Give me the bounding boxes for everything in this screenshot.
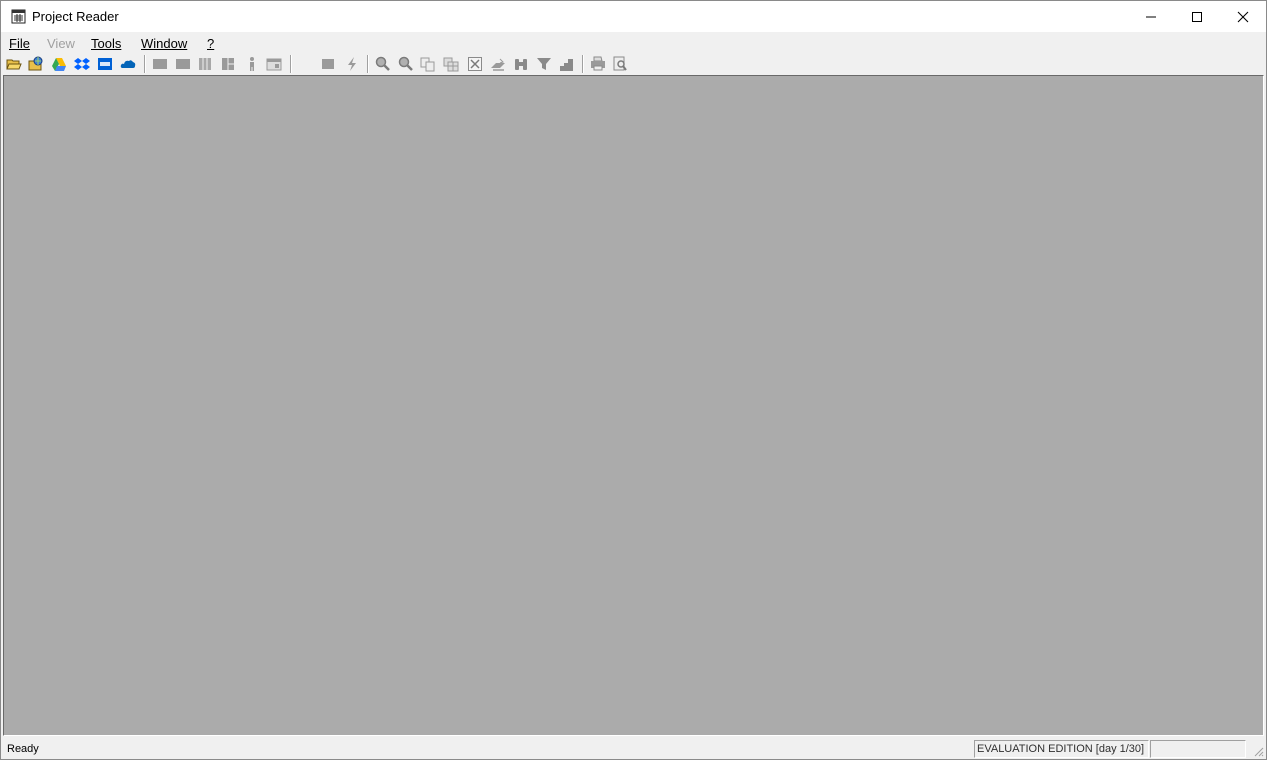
menu-window[interactable]: Window [141, 36, 187, 51]
zoom-in-icon[interactable] [374, 55, 392, 73]
mdi-client-area[interactable] [3, 75, 1264, 736]
table-icon[interactable] [442, 55, 460, 73]
resources-icon[interactable] [243, 55, 261, 73]
edition-status-pane: EVALUATION EDITION [day 1/30] [974, 740, 1149, 758]
print-icon[interactable] [589, 55, 607, 73]
title-bar[interactable]: Project Reader [1, 1, 1266, 32]
onedrive-icon[interactable] [119, 55, 137, 73]
view-columns-icon[interactable] [196, 55, 214, 73]
status-bar: Ready EVALUATION EDITION [day 1/30] [1, 738, 1266, 759]
view-gantt-icon[interactable] [151, 55, 169, 73]
dropbox-icon[interactable] [73, 55, 91, 73]
link-icon[interactable] [489, 55, 507, 73]
google-drive-icon[interactable] [50, 55, 68, 73]
menu-bar: File View Tools Window ? [1, 32, 1266, 54]
binoculars-icon[interactable] [512, 55, 530, 73]
open-web-icon[interactable] [27, 55, 45, 73]
calendar-icon[interactable] [265, 55, 283, 73]
zoom-out-icon[interactable] [397, 55, 415, 73]
chart-icon[interactable] [558, 55, 576, 73]
window-title: Project Reader [32, 9, 119, 24]
toolbar-separator [290, 55, 292, 73]
print-preview-icon[interactable] [611, 55, 629, 73]
box-icon[interactable] [96, 55, 114, 73]
view-tasks-icon[interactable] [174, 55, 192, 73]
close-button[interactable] [1220, 1, 1266, 32]
resize-grip-icon[interactable] [1252, 745, 1264, 757]
lightning-icon[interactable] [343, 55, 361, 73]
status-pane-empty [1150, 740, 1246, 758]
close-icon [1237, 11, 1249, 22]
maximize-button[interactable] [1174, 1, 1220, 32]
close-box-icon[interactable] [466, 55, 484, 73]
filter-icon[interactable] [535, 55, 553, 73]
toolbar [1, 54, 1266, 75]
toolbar-separator [367, 55, 369, 73]
menu-view[interactable]: View [47, 36, 75, 51]
toolbar-separator [582, 55, 584, 73]
app-window: Project Reader File View Tools Window ? [0, 0, 1267, 760]
minimize-icon [1146, 16, 1156, 17]
menu-file[interactable]: File [9, 36, 30, 51]
toolbar-separator [144, 55, 146, 73]
stop-icon[interactable] [319, 55, 337, 73]
status-text: Ready [7, 743, 39, 755]
copy-icon[interactable] [419, 55, 437, 73]
open-folder-icon[interactable] [5, 55, 23, 73]
menu-tools[interactable]: Tools [91, 36, 121, 51]
maximize-icon [1192, 11, 1202, 22]
menu-help[interactable]: ? [207, 36, 214, 51]
app-icon [11, 9, 27, 25]
minimize-button[interactable] [1128, 1, 1174, 32]
view-split-icon[interactable] [219, 55, 237, 73]
